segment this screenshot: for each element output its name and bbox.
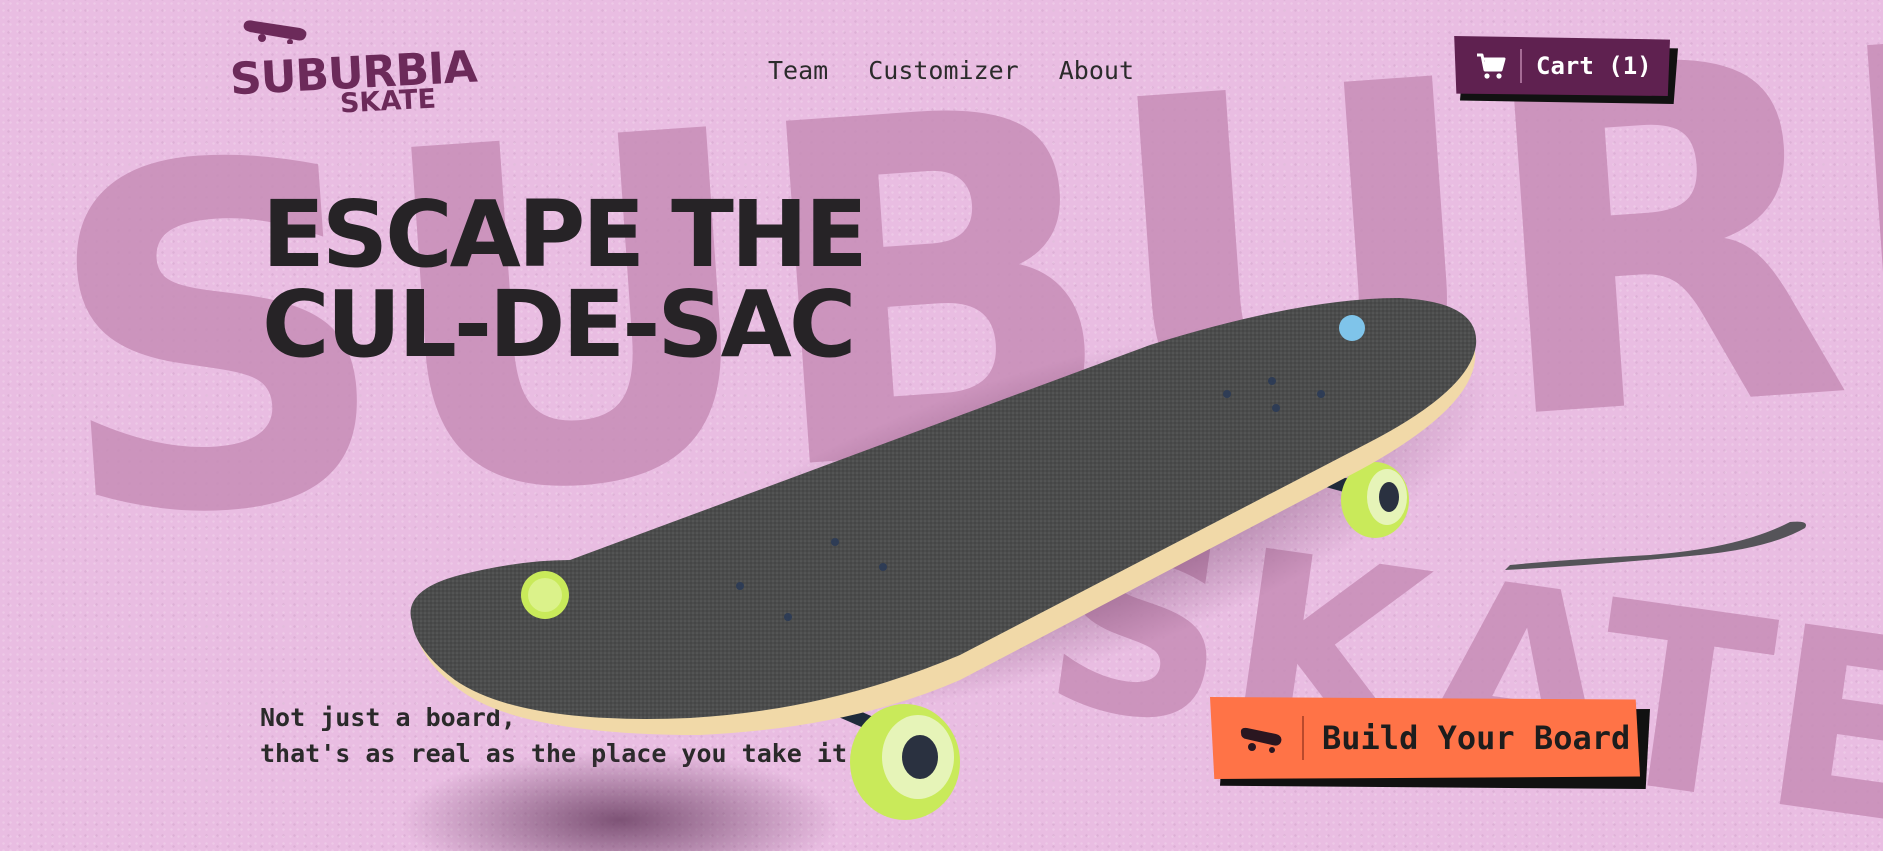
nav-link-about[interactable]: About [1059, 56, 1134, 85]
nav-link-customizer[interactable]: Customizer [868, 56, 1019, 85]
nav-link-team[interactable]: Team [768, 56, 828, 85]
logo-subword: SKATE [339, 83, 437, 120]
skateboard-icon [1240, 727, 1282, 753]
hero-tagline: Not just a board, that's as real as the … [260, 700, 900, 772]
build-button-face: Build Your Board [1210, 697, 1640, 779]
hero-tagline-line-1: Not just a board, [260, 703, 516, 732]
hero-title-line-1: ESCAPE THE [262, 181, 868, 288]
board-wheel-back [1341, 462, 1409, 538]
hero-title-line-2: CUL-DE-SAC [262, 271, 856, 378]
cart-divider [1520, 49, 1522, 83]
cart-button[interactable]: Cart (1) [1452, 36, 1678, 104]
build-your-board-button[interactable]: Build Your Board [1210, 697, 1652, 789]
cart-icon [1477, 53, 1506, 79]
build-button-divider [1302, 716, 1304, 760]
cart-button-face: Cart (1) [1454, 36, 1670, 96]
build-button-label: Build Your Board [1322, 719, 1631, 757]
hero-title: ESCAPE THE CUL-DE-SAC [262, 181, 868, 378]
main-nav: Team Customizer About [768, 56, 1134, 85]
cart-label: Cart (1) [1536, 52, 1652, 80]
hero-tagline-line-2: that's as real as the place you take it [260, 739, 847, 768]
brand-logo[interactable]: SUBURBIA SKATE [229, 18, 478, 122]
background-word-skate: SKATE [1029, 470, 1883, 851]
logo-skateboard-icon [243, 20, 307, 44]
